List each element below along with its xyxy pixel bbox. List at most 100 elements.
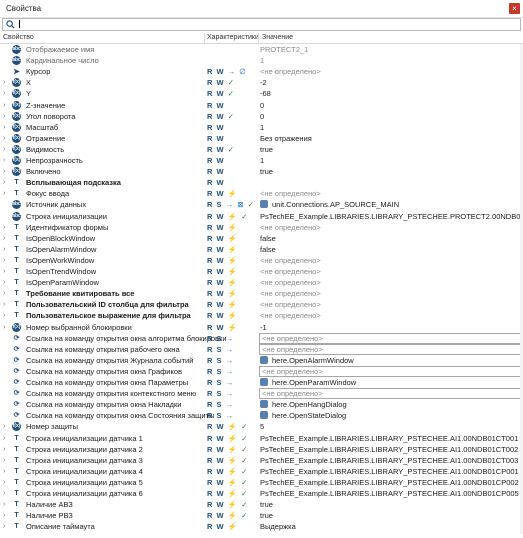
expand-arrow-icon[interactable]: › (3, 500, 5, 509)
property-row[interactable]: › T Строка инициализации датчика 3R W ⚡ ✓ … (0, 455, 523, 466)
property-row[interactable]: › f(x) Масштаб R W 1 (0, 122, 523, 133)
property-value[interactable]: true (260, 145, 273, 154)
property-row[interactable]: › T IsOpenBlockWindow R W ⚡ false (0, 233, 523, 244)
property-row[interactable]: › T IsOpenWorkWindow R W ⚡ <не определено> (0, 255, 523, 266)
property-value[interactable]: PsTechEE_Example.LIBRARIES.LIBRARY_PSTEC… (260, 445, 518, 454)
property-row[interactable]: ⟳ Ссылка на команду открытия окна алгорит… (0, 332, 523, 344)
property-value[interactable]: <не определено> (260, 278, 321, 287)
expand-arrow-icon[interactable]: › (3, 511, 5, 520)
property-row[interactable]: › T Описание таймаута R W ⚡ Выдержка (0, 521, 523, 532)
expand-arrow-icon[interactable]: › (3, 89, 5, 98)
property-value[interactable]: PsTechEE_Example.LIBRARIES.LIBRARY_PSTEC… (260, 212, 523, 221)
property-value[interactable]: <не определено> (259, 365, 523, 377)
property-row[interactable]: › T Строка инициализации датчика 5R W ⚡ ✓ … (0, 477, 523, 488)
property-value[interactable]: <не определено> (260, 311, 321, 320)
property-value[interactable]: Без отражения (260, 134, 312, 143)
column-property[interactable]: Свойство (3, 34, 34, 41)
expand-arrow-icon[interactable]: › (3, 267, 5, 276)
expand-arrow-icon[interactable]: › (3, 489, 5, 498)
property-value[interactable]: PROTECT2_1 (260, 45, 308, 54)
property-row[interactable]: › f(x) Y R W ✓ -68 (0, 88, 523, 99)
property-value[interactable]: false (260, 234, 276, 243)
expand-arrow-icon[interactable]: › (3, 245, 5, 254)
property-row[interactable]: › T Фокус ввода R W ⚡ <не определено> (0, 188, 523, 199)
property-value[interactable]: false (260, 245, 276, 254)
property-row[interactable]: › T IsOpenAlarmWindow R W ⚡ false (0, 244, 523, 255)
property-value[interactable]: 0 (260, 101, 264, 110)
property-row[interactable]: ⟳ Ссылка на команду открытия окна Накладк… (0, 399, 523, 410)
property-value[interactable]: PsTechEE_Example.LIBRARIES.LIBRARY_PSTEC… (260, 456, 518, 465)
property-row[interactable]: › f(x) Номер выбранной блокировки R W ⚡ -1 (0, 322, 523, 333)
property-value[interactable]: here.OpenHangDialog (260, 400, 347, 409)
expand-arrow-icon[interactable]: › (3, 156, 5, 165)
expand-arrow-icon[interactable]: › (3, 145, 5, 154)
expand-arrow-icon[interactable]: › (3, 456, 5, 465)
property-value[interactable]: <не определено> (260, 67, 321, 76)
property-value[interactable]: <не определено> (260, 256, 321, 265)
property-value[interactable]: <не определено> (259, 332, 523, 344)
expand-arrow-icon[interactable]: › (3, 278, 5, 287)
expand-arrow-icon[interactable]: › (3, 289, 5, 298)
property-row[interactable]: › T Строка инициализации датчика 1R W ⚡ ✓ … (0, 433, 523, 444)
expand-arrow-icon[interactable]: › (3, 323, 5, 332)
property-value[interactable]: <не определено> (259, 343, 523, 355)
expand-arrow-icon[interactable]: › (3, 178, 5, 187)
property-value[interactable]: unit.Connections.AP_SOURCE_MAIN (260, 200, 399, 209)
property-row[interactable]: › f(x) Угол поворота R W ✓ 0 (0, 111, 523, 122)
property-row[interactable]: › T Строка инициализации датчика 2R W ⚡ ✓ … (0, 444, 523, 455)
property-row[interactable]: › T Пользовательское выражение для фильтра… (0, 310, 523, 321)
search-input[interactable] (2, 18, 521, 31)
expand-arrow-icon[interactable]: › (3, 78, 5, 87)
property-value[interactable]: PsTechEE_Example.LIBRARIES.LIBRARY_PSTEC… (260, 478, 519, 487)
expand-arrow-icon[interactable]: › (3, 300, 5, 309)
property-value[interactable]: <не определено> (260, 300, 321, 309)
expand-arrow-icon[interactable]: › (3, 256, 5, 265)
expand-arrow-icon[interactable]: › (3, 311, 5, 320)
property-row[interactable]: ⟳ Ссылка на команду открытия Журнала собы… (0, 355, 523, 366)
property-row[interactable]: ⟳ Ссылка на команду открытия окна Состоян… (0, 410, 523, 421)
property-value[interactable]: -1 (260, 323, 267, 332)
property-value[interactable]: true (260, 511, 273, 520)
property-value[interactable]: PsTechEE_Example.LIBRARIES.LIBRARY_PSTEC… (260, 434, 518, 443)
property-row[interactable]: › f(x) Отражение R W Без отражения (0, 133, 523, 144)
property-row[interactable]: abc Источник данных R S → ⊠ ✓ unit.Connect… (0, 199, 523, 210)
property-value[interactable]: <не определено> (260, 223, 321, 232)
property-row[interactable]: › T Наличие РВЗ R W ⚡ ✓ true (0, 510, 523, 521)
property-value[interactable]: 0 (260, 112, 264, 121)
property-row[interactable]: › T Строка инициализации датчика 4R W ⚡ ✓ … (0, 466, 523, 477)
property-value[interactable]: here.OpenStateDialog (260, 411, 346, 420)
property-row[interactable]: › T Строка инициализации датчика 6R W ⚡ ✓ … (0, 488, 523, 499)
property-row[interactable]: abc Кардинальное число 1 (0, 55, 523, 66)
property-row[interactable]: ➤ Курсор R W → ∅ <не определено> (0, 66, 523, 77)
property-row[interactable]: abc Строка инициализации R W ⚡ ✓ PsTechEE_… (0, 211, 523, 222)
property-row[interactable]: › T Пользовательский ID столбца для фильтр… (0, 299, 523, 310)
property-value[interactable]: 1 (260, 123, 264, 132)
property-value[interactable]: 1 (260, 56, 264, 65)
property-row[interactable]: › T Требование квитировать все R W ⚡ <не оп… (0, 288, 523, 299)
expand-arrow-icon[interactable]: › (3, 167, 5, 176)
property-value[interactable]: 5 (260, 422, 264, 431)
property-value[interactable]: PsTechEE_Example.LIBRARIES.LIBRARY_PSTEC… (260, 489, 519, 498)
property-value[interactable]: -2 (260, 78, 267, 87)
property-row[interactable]: › T Идентификатор формы R W ⚡ <не определен… (0, 222, 523, 233)
column-divider[interactable] (204, 33, 205, 43)
property-row[interactable]: › f(x) Непрозрачность R W 1 (0, 155, 523, 166)
property-value[interactable]: here.OpenAlarmWindow (260, 355, 354, 365)
property-row[interactable]: › T IsOpenTrendWindow R W ⚡ <не определено> (0, 266, 523, 277)
expand-arrow-icon[interactable]: › (3, 478, 5, 487)
property-value[interactable]: -68 (260, 89, 271, 98)
property-value[interactable]: true (260, 500, 273, 509)
property-row[interactable]: › f(x) Z-значение R W 0 (0, 100, 523, 111)
expand-arrow-icon[interactable]: › (3, 234, 5, 243)
expand-arrow-icon[interactable]: › (3, 112, 5, 121)
property-value[interactable]: Выдержка (260, 522, 296, 531)
expand-arrow-icon[interactable]: › (3, 467, 5, 476)
property-row[interactable]: abc Отображаемое имя PROTECT2_1 (0, 44, 523, 55)
expand-arrow-icon[interactable]: › (3, 101, 5, 110)
expand-arrow-icon[interactable]: › (3, 522, 5, 531)
close-icon[interactable]: × (509, 3, 520, 14)
property-row[interactable]: ⟳ Ссылка на команду открытия рабочего окн… (0, 343, 523, 355)
expand-arrow-icon[interactable]: › (3, 134, 5, 143)
expand-arrow-icon[interactable]: › (3, 445, 5, 454)
expand-arrow-icon[interactable]: › (3, 123, 5, 132)
